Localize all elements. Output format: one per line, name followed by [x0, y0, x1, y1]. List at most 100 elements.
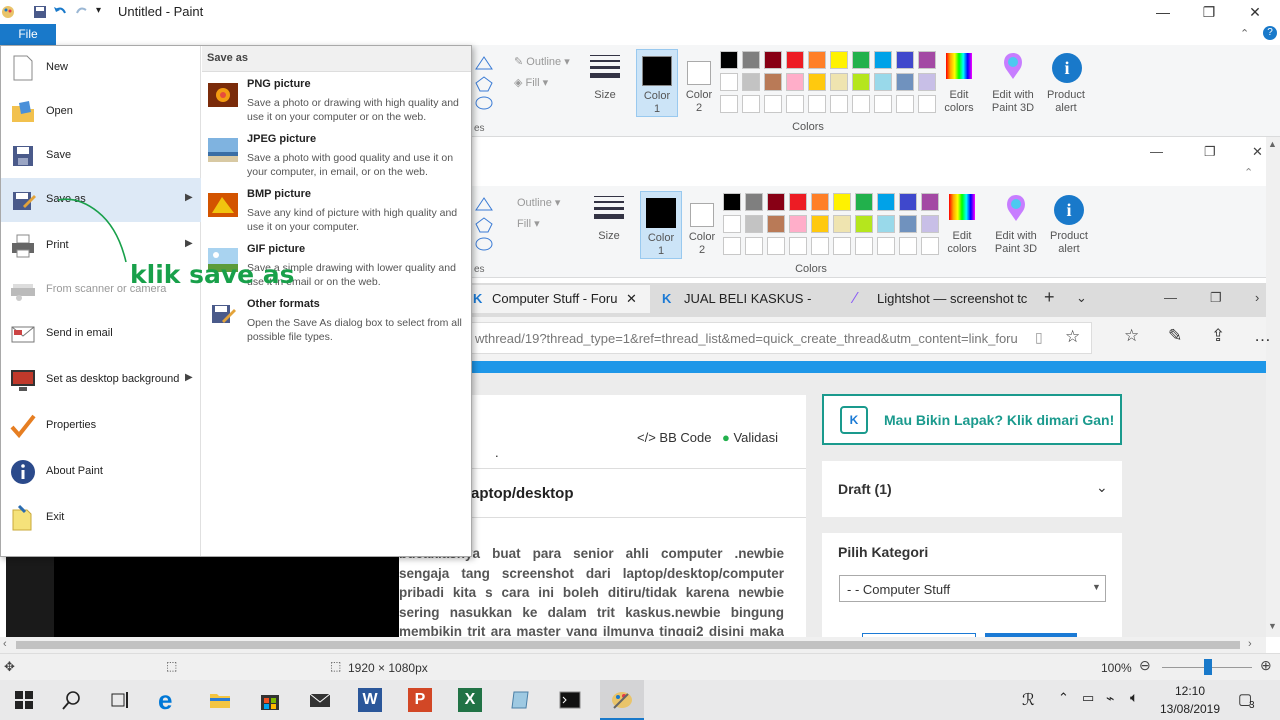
lapak-banner[interactable]: K Mau Bikin Lapak? Klik dimari Gan! [822, 394, 1122, 445]
clock-date[interactable]: 13/08/2019 [1150, 702, 1230, 716]
color-swatch[interactable] [896, 51, 914, 69]
save-as-other-formats[interactable]: Other formats Open the Save As dialog bo… [202, 293, 471, 348]
pen-notes-icon[interactable]: ✎ [1168, 326, 1182, 346]
volume-icon[interactable]: 🔈︎ [1130, 689, 1138, 706]
color-swatch[interactable] [874, 73, 892, 91]
color-swatch[interactable] [808, 95, 826, 113]
favorites-icon[interactable]: ☆ [1124, 326, 1139, 346]
color-swatch[interactable] [789, 215, 807, 233]
color-swatch[interactable] [874, 51, 892, 69]
close-button[interactable]: ✕ [1240, 2, 1270, 22]
color-palette[interactable] [720, 51, 940, 117]
people-icon[interactable]: ℛ [1022, 690, 1035, 710]
color-swatch[interactable] [723, 193, 741, 211]
share-icon[interactable]: ⇪ [1211, 326, 1225, 346]
tab-jual-beli[interactable]: K JUAL BELI KASKUS - Pusat [658, 285, 840, 334]
color-swatch[interactable] [720, 51, 738, 69]
color-swatch[interactable] [830, 95, 848, 113]
color-swatch[interactable] [764, 73, 782, 91]
color-swatch[interactable] [786, 95, 804, 113]
vertical-scrollbar[interactable]: ▲ ▼ [1266, 137, 1280, 637]
help-icon[interactable]: ? [1263, 26, 1277, 40]
color-swatch[interactable] [764, 51, 782, 69]
sticky-notes-icon[interactable] [508, 688, 532, 712]
close-tab-icon[interactable]: ✕ [626, 285, 637, 313]
word-icon[interactable]: W [358, 688, 382, 712]
color-swatch[interactable] [789, 237, 807, 255]
color-swatch[interactable] [723, 215, 741, 233]
menu-item-about[interactable]: About Paint [1, 450, 201, 494]
color-swatch[interactable] [855, 237, 873, 255]
scroll-down-icon[interactable]: ▼ [1268, 621, 1277, 631]
search-icon[interactable] [60, 688, 84, 712]
color-swatch[interactable] [874, 95, 892, 113]
excel-icon[interactable]: X [458, 688, 482, 712]
menu-item-properties[interactable]: Properties [1, 404, 201, 448]
color-swatch[interactable] [767, 237, 785, 255]
color-swatch[interactable] [899, 215, 917, 233]
kategori-select[interactable]: - - Computer Stuff ▼ [839, 575, 1106, 602]
color-swatch[interactable] [921, 215, 939, 233]
file-explorer-icon[interactable] [208, 688, 232, 712]
color-swatch[interactable] [852, 73, 870, 91]
draft-panel[interactable]: Draft (1) ⌄ [822, 461, 1122, 517]
color-swatch[interactable] [745, 193, 763, 211]
color-swatch[interactable] [723, 237, 741, 255]
color-swatch[interactable] [830, 73, 848, 91]
color-swatch[interactable] [877, 193, 895, 211]
network-icon[interactable]: ⌁ [1106, 690, 1114, 707]
color-swatch[interactable] [918, 51, 936, 69]
validasi-button[interactable]: ● Validasi [722, 430, 778, 445]
color-swatch[interactable] [811, 237, 829, 255]
color-swatch[interactable] [764, 95, 782, 113]
menu-item-exit[interactable]: Exit [1, 496, 201, 540]
tab-computer-stuff[interactable]: K Computer Stuff - Foru ✕ [468, 285, 650, 313]
collapse-ribbon-icon[interactable]: ⌃ [1240, 27, 1249, 40]
save-as-png[interactable]: PNG picture Save a photo or drawing with… [202, 73, 471, 128]
undo-icon[interactable] [52, 4, 68, 20]
file-tab[interactable]: File [0, 24, 56, 45]
scroll-left-icon[interactable]: ‹ [3, 638, 7, 650]
save-as-bmp[interactable]: BMP picture Save any kind of picture wit… [202, 183, 471, 238]
color-swatch[interactable] [789, 193, 807, 211]
color-swatch[interactable] [833, 237, 851, 255]
mail-icon[interactable] [308, 688, 332, 712]
color-swatch[interactable] [918, 95, 936, 113]
shapes-gallery-icon[interactable] [474, 55, 494, 111]
outline-dropdown[interactable]: ✎ Outline ▾ [514, 55, 570, 68]
color-swatch[interactable] [830, 51, 848, 69]
restore-button[interactable]: ❐ [1194, 2, 1224, 22]
color-swatch[interactable] [811, 193, 829, 211]
size-button[interactable]: Size [588, 53, 622, 115]
edit-colors-button[interactable]: Edit colors [942, 51, 976, 117]
color1-button[interactable]: Color 1 [636, 49, 678, 117]
color-swatch[interactable] [742, 51, 760, 69]
color-swatch[interactable] [833, 193, 851, 211]
zoom-out-icon[interactable]: ⊖ [1139, 657, 1151, 674]
color-swatch[interactable] [720, 95, 738, 113]
color-swatch[interactable] [745, 237, 763, 255]
menu-item-open[interactable]: Open [1, 90, 201, 134]
minimize-button[interactable]: — [1148, 2, 1178, 22]
color-swatch[interactable] [852, 95, 870, 113]
color-swatch[interactable] [852, 51, 870, 69]
save-quick-icon[interactable] [32, 4, 48, 20]
tab-lightshot[interactable]: ⁄ Lightshot — screenshot tc [852, 285, 1032, 313]
clock-time[interactable]: 12:10 [1150, 684, 1230, 698]
color-swatch[interactable] [720, 73, 738, 91]
show-hidden-icons[interactable]: ⌃ [1058, 690, 1069, 706]
edge-browser-icon[interactable]: e [158, 687, 182, 713]
color-swatch[interactable] [742, 73, 760, 91]
zoom-slider-thumb[interactable] [1204, 659, 1212, 675]
color-swatch[interactable] [811, 215, 829, 233]
color-swatch[interactable] [921, 237, 939, 255]
battery-icon[interactable]: ▭ [1082, 690, 1094, 706]
color-swatch[interactable] [899, 237, 917, 255]
product-alert-button[interactable]: i Product alert [1044, 51, 1088, 117]
task-view-icon[interactable] [108, 688, 132, 712]
menu-item-send-email[interactable]: Send in email [1, 312, 201, 356]
save-as-jpeg[interactable]: JPEG picture Save a photo with good qual… [202, 128, 471, 183]
redo-icon[interactable] [74, 4, 90, 20]
menu-item-desktop-background[interactable]: Set as desktop background ▶ [1, 358, 201, 402]
address-bar[interactable]: wthread/19?thread_type=1&ref=thread_list… [468, 322, 1092, 354]
